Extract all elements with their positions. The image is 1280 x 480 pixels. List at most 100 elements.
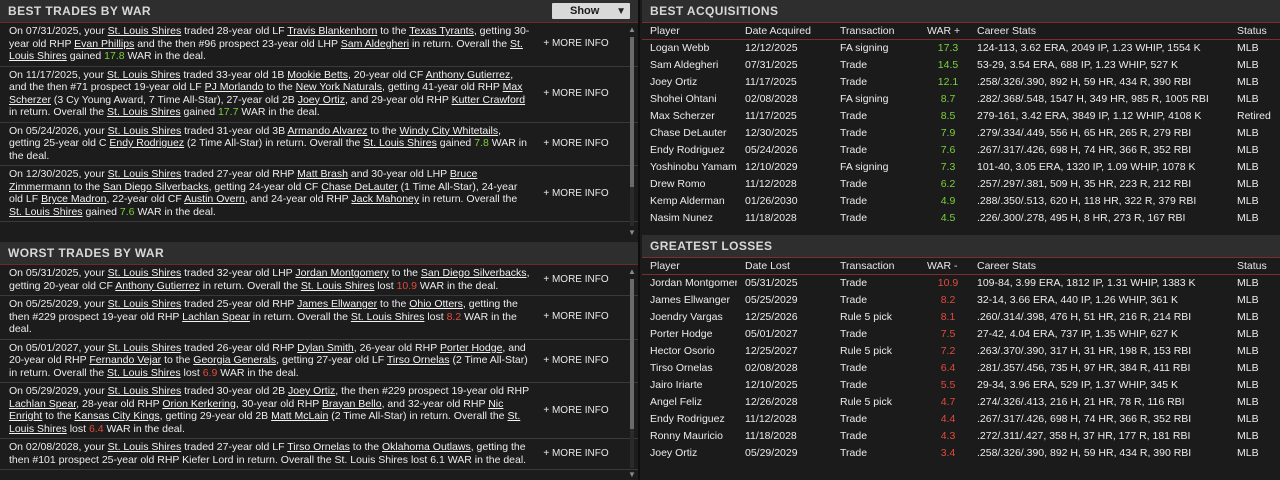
entity-link[interactable]: St. Louis Shires [107,367,181,379]
table-row[interactable]: Chase DeLauter 12/30/2025 Trade 7.9 .279/.33… [642,125,1280,142]
entity-link[interactable]: Texas Tyrants [409,25,474,37]
entity-link[interactable]: Dylan Smith [297,342,354,354]
table-row[interactable]: Sam Aldegheri 07/31/2025 Trade 14.5 53-29, 3… [642,57,1280,74]
column-header[interactable]: Status [1229,256,1280,275]
table-row[interactable]: James Ellwanger 05/25/2029 Trade 8.2 32-14, … [642,291,1280,308]
table-row[interactable]: Logan Webb 12/12/2025 FA signing 17.3 124-11… [642,40,1280,57]
table-row[interactable]: Tirso Ornelas 02/08/2028 Trade 6.4 .281/.357… [642,359,1280,376]
player-name[interactable]: Jairo Iriarte [642,376,737,393]
more-info-button[interactable]: + MORE INFO [532,138,620,149]
more-info-button[interactable]: + MORE INFO [532,405,620,416]
column-header[interactable]: Date Acquired [737,22,832,40]
player-name[interactable]: James Ellwanger [642,291,737,308]
table-row[interactable]: Max Scherzer 11/17/2025 Trade 8.5 279-161, 3… [642,108,1280,125]
entity-link[interactable]: Porter Hodge [440,342,502,354]
entity-link[interactable]: Anthony Gutierrez [115,280,200,292]
table-row[interactable]: Joey Ortiz 05/29/2029 Trade 3.4 .258/.326/.3… [642,444,1280,461]
scroll-down-icon[interactable]: ▼ [628,470,636,480]
more-info-button[interactable]: + MORE INFO [532,188,620,199]
entity-link[interactable]: Matt McLain [271,410,328,422]
scroll-up-icon[interactable]: ▲ [628,25,636,35]
player-name[interactable]: Ronny Mauricio [642,427,737,444]
entity-link[interactable]: Armando Alvarez [287,125,367,137]
player-name[interactable]: Jordan Montgomery [642,274,737,291]
entity-link[interactable]: St. Louis Shires [108,385,182,397]
best-trades-list[interactable]: On 07/31/2025, your St. Louis Shires tra… [0,22,638,240]
scroll-thumb[interactable] [630,37,634,187]
column-header[interactable]: Player [642,22,737,40]
player-name[interactable]: Shohei Ohtani [642,91,737,108]
entity-link[interactable]: St. Louis Shires [107,69,181,81]
table-row[interactable]: Joendry Vargas 12/25/2026 Rule 5 pick 8.1 .2… [642,308,1280,325]
entity-link[interactable]: Endy Rodriguez [109,137,184,149]
entity-link[interactable]: Travis Blankenhorn [287,25,377,37]
player-name[interactable]: Joey Ortiz [642,444,737,461]
entity-link[interactable]: St. Louis Shires [9,206,83,218]
entity-link[interactable]: Oklahoma Outlaws [382,441,471,453]
entity-link[interactable]: St. Louis Shires [108,125,182,137]
player-name[interactable]: Drew Romo [642,176,737,193]
entity-link[interactable]: Austin Overn [184,193,245,205]
entity-link[interactable]: Ohio Otters [409,298,463,310]
player-name[interactable]: Angel Feliz [642,393,737,410]
entity-link[interactable]: PJ Morlando [205,81,264,93]
column-header[interactable]: Career Stats [969,22,1229,40]
table-row[interactable]: Porter Hodge 05/01/2027 Trade 7.5 27-42, 4.0… [642,325,1280,342]
table-row[interactable]: Ronny Mauricio 11/18/2028 Trade 4.3 .272/.31… [642,427,1280,444]
entity-link[interactable]: St. Louis Shires [108,168,182,180]
entity-link[interactable]: St. Louis Shires [108,267,182,279]
scroll-down-icon[interactable]: ▼ [628,228,636,238]
worst-trades-scrollbar[interactable]: ▲ ▼ [628,267,636,480]
table-row[interactable]: Angel Feliz 12/26/2028 Rule 5 pick 4.7 .274/… [642,393,1280,410]
player-name[interactable]: Max Scherzer [642,108,737,125]
entity-link[interactable]: Windy City Whitetails [400,125,499,137]
entity-link[interactable]: Mookie Betts [287,69,348,81]
entity-link[interactable]: St. Louis Shires [301,280,375,292]
table-row[interactable]: Yoshinobu Yamamoto 12/10/2029 FA signing 7.… [642,159,1280,176]
more-info-button[interactable]: + MORE INFO [532,274,620,285]
column-header[interactable]: Player [642,256,737,275]
table-row[interactable]: Kemp Alderman 01/26/2030 Trade 4.9 .288/.350… [642,193,1280,210]
entity-link[interactable]: St. Louis Shires [107,106,181,118]
player-name[interactable]: Tirso Ornelas [642,359,737,376]
more-info-button[interactable]: + MORE INFO [532,88,620,99]
entity-link[interactable]: San Diego Silverbacks [103,181,209,193]
entity-link[interactable]: Lachlan Spear [9,398,76,410]
player-name[interactable]: Nasim Nunez [642,210,737,227]
player-name[interactable]: Endy Rodriguez [642,142,737,159]
entity-link[interactable]: Sam Aldegheri [341,38,409,50]
entity-link[interactable]: Anthony Gutierrez [426,69,511,81]
entity-link[interactable]: St. Louis Shires [108,441,182,453]
column-header[interactable]: Date Lost [737,256,832,275]
scroll-thumb[interactable] [630,279,634,429]
player-name[interactable]: Porter Hodge [642,325,737,342]
player-name[interactable]: Joendry Vargas [642,308,737,325]
entity-link[interactable]: Joey Ortiz [298,94,345,106]
scroll-track[interactable] [630,279,634,468]
table-row[interactable]: Hector Osorio 12/25/2027 Rule 5 pick 7.2 .26… [642,342,1280,359]
best-trades-scrollbar[interactable]: ▲ ▼ [628,25,636,238]
entity-link[interactable]: New York Naturals [296,81,382,93]
column-header[interactable]: Transaction [832,256,927,275]
entity-link[interactable]: Brayan Bello [322,398,382,410]
entity-link[interactable]: San Diego Silverbacks [421,267,527,279]
table-row[interactable]: Drew Romo 11/12/2028 Trade 6.2 .257/.297/.38… [642,176,1280,193]
column-header[interactable]: Status [1229,22,1280,40]
more-info-button[interactable]: + MORE INFO [532,448,620,459]
table-row[interactable]: Nasim Nunez 11/18/2028 Trade 4.5 .226/.300/.… [642,210,1280,227]
column-header[interactable]: Career Stats [969,256,1229,275]
player-name[interactable]: Kemp Alderman [642,193,737,210]
entity-link[interactable]: Jack Mahoney [351,193,419,205]
entity-link[interactable]: Chase DeLauter [321,181,397,193]
entity-link[interactable]: St. Louis Shires [108,342,182,354]
entity-link[interactable]: St. Louis Shires [108,25,182,37]
entity-link[interactable]: Bryce Madron [41,193,106,205]
scroll-up-icon[interactable]: ▲ [628,267,636,277]
column-header[interactable]: WAR - [927,256,969,275]
entity-link[interactable]: Lachlan Spear [182,311,250,323]
show-dropdown[interactable]: Show ▼ [552,3,630,19]
more-info-button[interactable]: + MORE INFO [532,38,620,49]
entity-link[interactable]: Georgia Generals [193,354,276,366]
scroll-track[interactable] [630,37,634,226]
column-header[interactable]: Transaction [832,22,927,40]
